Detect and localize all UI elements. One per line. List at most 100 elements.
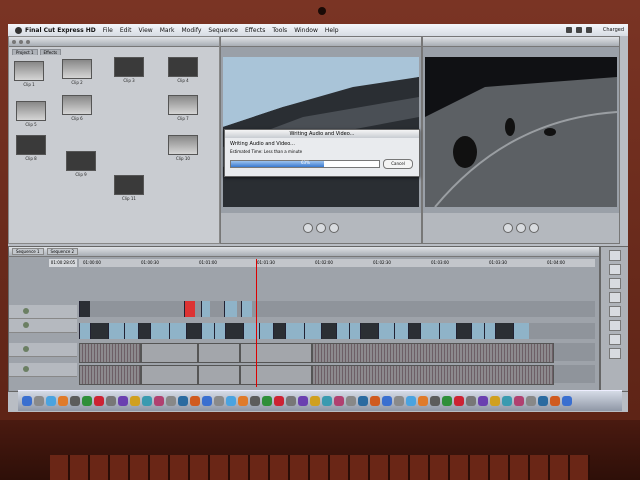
menu-app-name[interactable]: Final Cut Express HD: [25, 27, 96, 34]
audio-clip[interactable]: [312, 365, 554, 385]
dock-app-icon[interactable]: [118, 396, 128, 406]
timeline-clip[interactable]: [79, 301, 90, 317]
menu-edit[interactable]: Edit: [120, 27, 132, 34]
dock-app-icon[interactable]: [142, 396, 152, 406]
menu-help[interactable]: Help: [325, 27, 339, 34]
timeline-clip[interactable]: [186, 323, 201, 339]
play-icon[interactable]: [316, 223, 326, 233]
timeline-clip[interactable]: [124, 323, 138, 339]
clip-item[interactable]: Clip 9: [65, 151, 97, 177]
dock-app-icon[interactable]: [34, 396, 44, 406]
timeline-clip[interactable]: [321, 323, 336, 339]
wifi-icon[interactable]: [565, 27, 572, 33]
apple-icon[interactable]: [15, 26, 22, 34]
dock-app-icon[interactable]: [22, 396, 32, 406]
razor-tool-icon[interactable]: [609, 292, 621, 303]
menu-window[interactable]: Window: [294, 27, 318, 34]
dock-app-icon[interactable]: [394, 396, 404, 406]
timeline-clip[interactable]: [201, 323, 214, 339]
volume-icon[interactable]: [575, 27, 582, 33]
clip-item[interactable]: Clip 11: [113, 175, 145, 201]
timeline-clip[interactable]: [394, 323, 408, 339]
audio-enable-icon[interactable]: [23, 366, 29, 372]
dock-app-icon[interactable]: [370, 396, 380, 406]
timeline-clip[interactable]: [513, 323, 529, 339]
timeline-clip[interactable]: [484, 323, 495, 339]
timeline-clip[interactable]: [378, 323, 394, 339]
dock-app-icon[interactable]: [382, 396, 392, 406]
timeline-clip[interactable]: [273, 323, 285, 339]
track-visibility-icon[interactable]: [23, 308, 29, 314]
playhead[interactable]: [256, 259, 257, 387]
dock-app-icon[interactable]: [166, 396, 176, 406]
menu-modify[interactable]: Modify: [182, 27, 202, 34]
timeline-clip[interactable]: [471, 323, 484, 339]
dock-app-icon[interactable]: [310, 396, 320, 406]
menu-file[interactable]: File: [103, 27, 113, 34]
forward-icon[interactable]: [329, 223, 339, 233]
dock-app-icon[interactable]: [502, 396, 512, 406]
pen-tool-icon[interactable]: [609, 348, 621, 359]
clip-item[interactable]: Clip 2: [61, 59, 93, 85]
audio-clip[interactable]: [141, 343, 198, 363]
dock-app-icon[interactable]: [442, 396, 452, 406]
dock-app-icon[interactable]: [226, 396, 236, 406]
dock-app-icon[interactable]: [250, 396, 260, 406]
selection-tool-icon[interactable]: [609, 250, 621, 261]
rewind-icon[interactable]: [303, 223, 313, 233]
timeline-clip[interactable]: [138, 323, 150, 339]
rewind-icon[interactable]: [503, 223, 513, 233]
dock-app-icon[interactable]: [262, 396, 272, 406]
dock-app-icon[interactable]: [430, 396, 440, 406]
timeline-clip[interactable]: [241, 301, 252, 317]
timeline-clip[interactable]: [495, 323, 513, 339]
audio-clip[interactable]: [198, 365, 240, 385]
menu-mark[interactable]: Mark: [160, 27, 175, 34]
timeline-clip[interactable]: [336, 323, 349, 339]
track-header-v1[interactable]: [9, 305, 77, 319]
timeline-clip[interactable]: [304, 323, 321, 339]
audio-clip[interactable]: [312, 343, 554, 363]
timeline-clip[interactable]: [349, 323, 360, 339]
dock-app-icon[interactable]: [562, 396, 572, 406]
hand-tool-icon[interactable]: [609, 320, 621, 331]
clip-item[interactable]: Clip 1: [13, 61, 45, 87]
timeline-clip[interactable]: [360, 323, 378, 339]
dock-app-icon[interactable]: [46, 396, 56, 406]
dock-app-icon[interactable]: [58, 396, 68, 406]
menu-tools[interactable]: Tools: [272, 27, 287, 34]
menu-sequence[interactable]: Sequence: [208, 27, 238, 34]
timeline-clip[interactable]: [225, 323, 243, 339]
timeline-clip[interactable]: [150, 323, 169, 339]
clip-item[interactable]: Clip 8: [15, 135, 47, 161]
timeline-clip[interactable]: [408, 323, 420, 339]
timeline-clip[interactable]: [439, 323, 456, 339]
timeline-clip[interactable]: [214, 323, 225, 339]
battery-icon[interactable]: [585, 27, 592, 33]
minimize-icon[interactable]: [19, 39, 23, 44]
timecode-field[interactable]: 01:00:28:05: [49, 259, 77, 267]
audio-clip[interactable]: [198, 343, 240, 363]
dock-app-icon[interactable]: [454, 396, 464, 406]
dock-app-icon[interactable]: [418, 396, 428, 406]
clip-item[interactable]: Clip 3: [113, 57, 145, 83]
dock-app-icon[interactable]: [538, 396, 548, 406]
dock-app-icon[interactable]: [106, 396, 116, 406]
clip-item[interactable]: Clip 5: [15, 101, 47, 127]
tab-sequence-1[interactable]: Sequence 1: [12, 248, 44, 255]
audio-clip[interactable]: [141, 365, 198, 385]
cancel-button[interactable]: Cancel: [383, 159, 413, 169]
track-header-a2[interactable]: [9, 363, 77, 377]
audio-clip[interactable]: [79, 343, 141, 363]
clip-item[interactable]: Clip 4: [167, 57, 199, 83]
close-icon[interactable]: [12, 39, 16, 44]
timeline-clip[interactable]: [420, 323, 439, 339]
timeline-clip[interactable]: [259, 323, 273, 339]
dock-app-icon[interactable]: [190, 396, 200, 406]
timeline-clip[interactable]: [201, 301, 210, 317]
audio-clip[interactable]: [240, 365, 312, 385]
dock-app-icon[interactable]: [130, 396, 140, 406]
ripple-tool-icon[interactable]: [609, 278, 621, 289]
dock-app-icon[interactable]: [346, 396, 356, 406]
menu-view[interactable]: View: [138, 27, 152, 34]
